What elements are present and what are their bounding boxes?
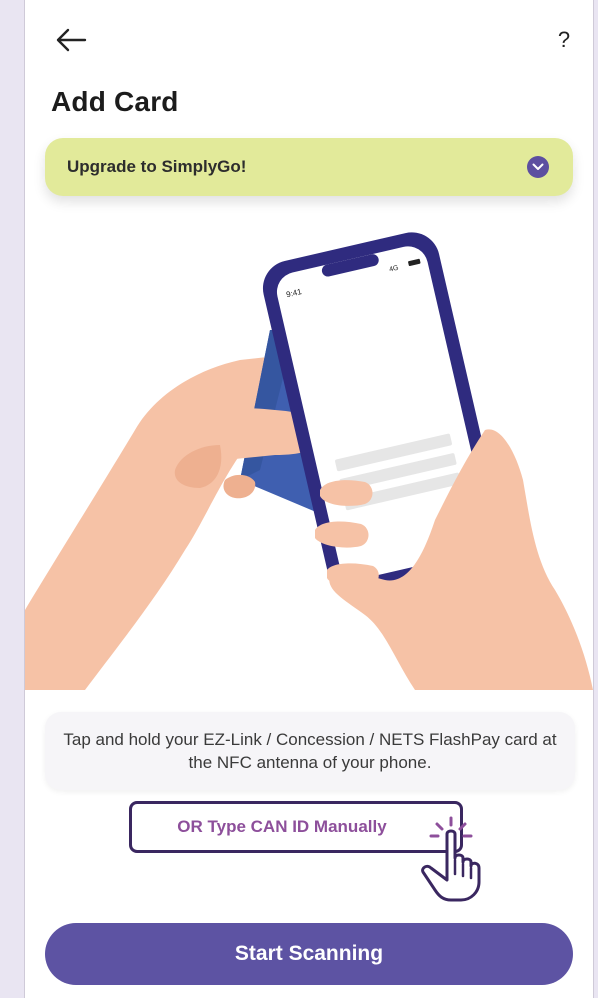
back-button[interactable] [51,22,91,58]
chevron-down-icon [527,156,549,178]
help-button[interactable]: ? [549,24,579,56]
top-bar: ? [25,0,593,80]
start-scanning-label: Start Scanning [234,942,384,965]
page-title: Add Card [51,86,179,117]
nfc-hint-box: Tap and hold your EZ-Link / Concession /… [45,712,575,790]
tap-pointer-icon [421,816,481,902]
arrow-left-icon [56,28,87,52]
upgrade-banner[interactable]: Upgrade to SimplyGo! [45,138,573,196]
start-scanning-button[interactable]: Start Scanning [45,923,573,985]
nfc-scan-illustration: 9:41 4G [25,232,593,690]
manual-can-id-label: OR Type CAN ID Manually [177,817,387,836]
app-screen: ? Add Card Upgrade to SimplyGo! 9:41 4G [24,0,594,998]
upgrade-banner-label: Upgrade to SimplyGo! [67,157,247,176]
nfc-hint-text: Tap and hold your EZ-Link / Concession /… [63,730,557,772]
